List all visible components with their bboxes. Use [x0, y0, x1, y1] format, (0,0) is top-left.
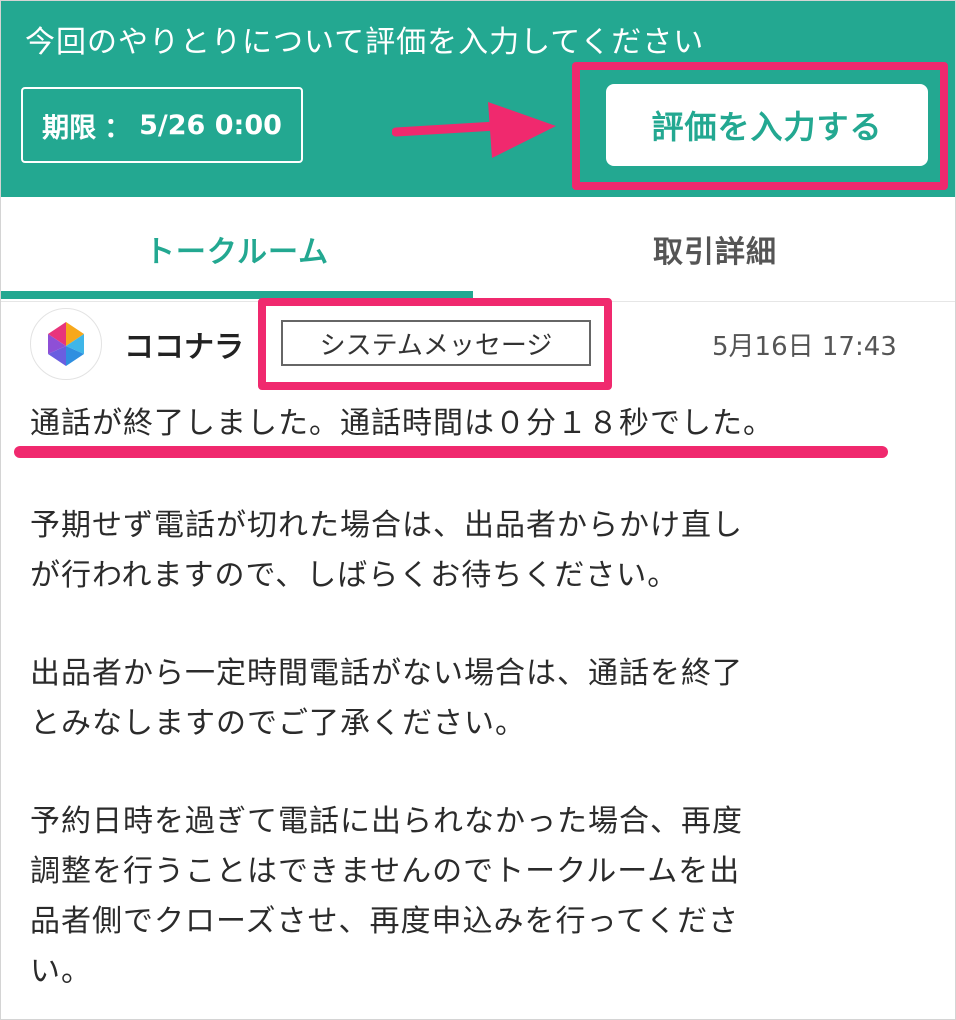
avatar	[30, 308, 102, 380]
message-line: が行われますので、しばらくお待ちください。	[30, 558, 679, 593]
system-message-badge: システムメッセージ	[281, 320, 591, 366]
deadline-label: 期限	[42, 112, 97, 144]
annotation-arrow-icon	[392, 102, 556, 158]
message-line: とみなしますのでご了承ください。	[30, 706, 526, 741]
deadline-separator: ：	[104, 112, 132, 144]
message-line: 品者側でクローズさせ、再度申込みを行ってくださ	[30, 904, 740, 939]
rating-prompt: 今回のやりとりについて評価を入力してください	[25, 25, 705, 60]
message-line: 調整を行うことはできませんのでトークルームを出	[30, 854, 741, 889]
message-line: 予約日時を過ぎて電話に出られなかった場合、再度	[30, 804, 743, 839]
deadline-box: 期限： 5/26 0:00	[21, 87, 303, 163]
message-line: い。	[30, 954, 92, 989]
message-line: 通話が終了しました。通話時間は０分１８秒でした。	[30, 406, 774, 441]
coconala-logo-icon	[48, 322, 84, 366]
message-line: 予期せず電話が切れた場合は、出品者からかけ直し	[30, 508, 743, 543]
rate-button[interactable]: 評価を入力する	[606, 84, 928, 166]
deadline-value: 5/26 0:00	[139, 109, 282, 141]
message-line: 出品者から一定時間電話がない場合は、通話を終了	[30, 656, 743, 691]
sender-name: ココナラ	[124, 330, 244, 365]
annotation-underline	[14, 446, 888, 458]
message-timestamp: 5月16日 17:43	[712, 332, 897, 362]
tab-transaction-details[interactable]: 取引詳細	[479, 197, 951, 301]
tab-bar: トークルーム 取引詳細	[1, 197, 955, 302]
tab-talkroom[interactable]: トークルーム	[1, 197, 473, 301]
